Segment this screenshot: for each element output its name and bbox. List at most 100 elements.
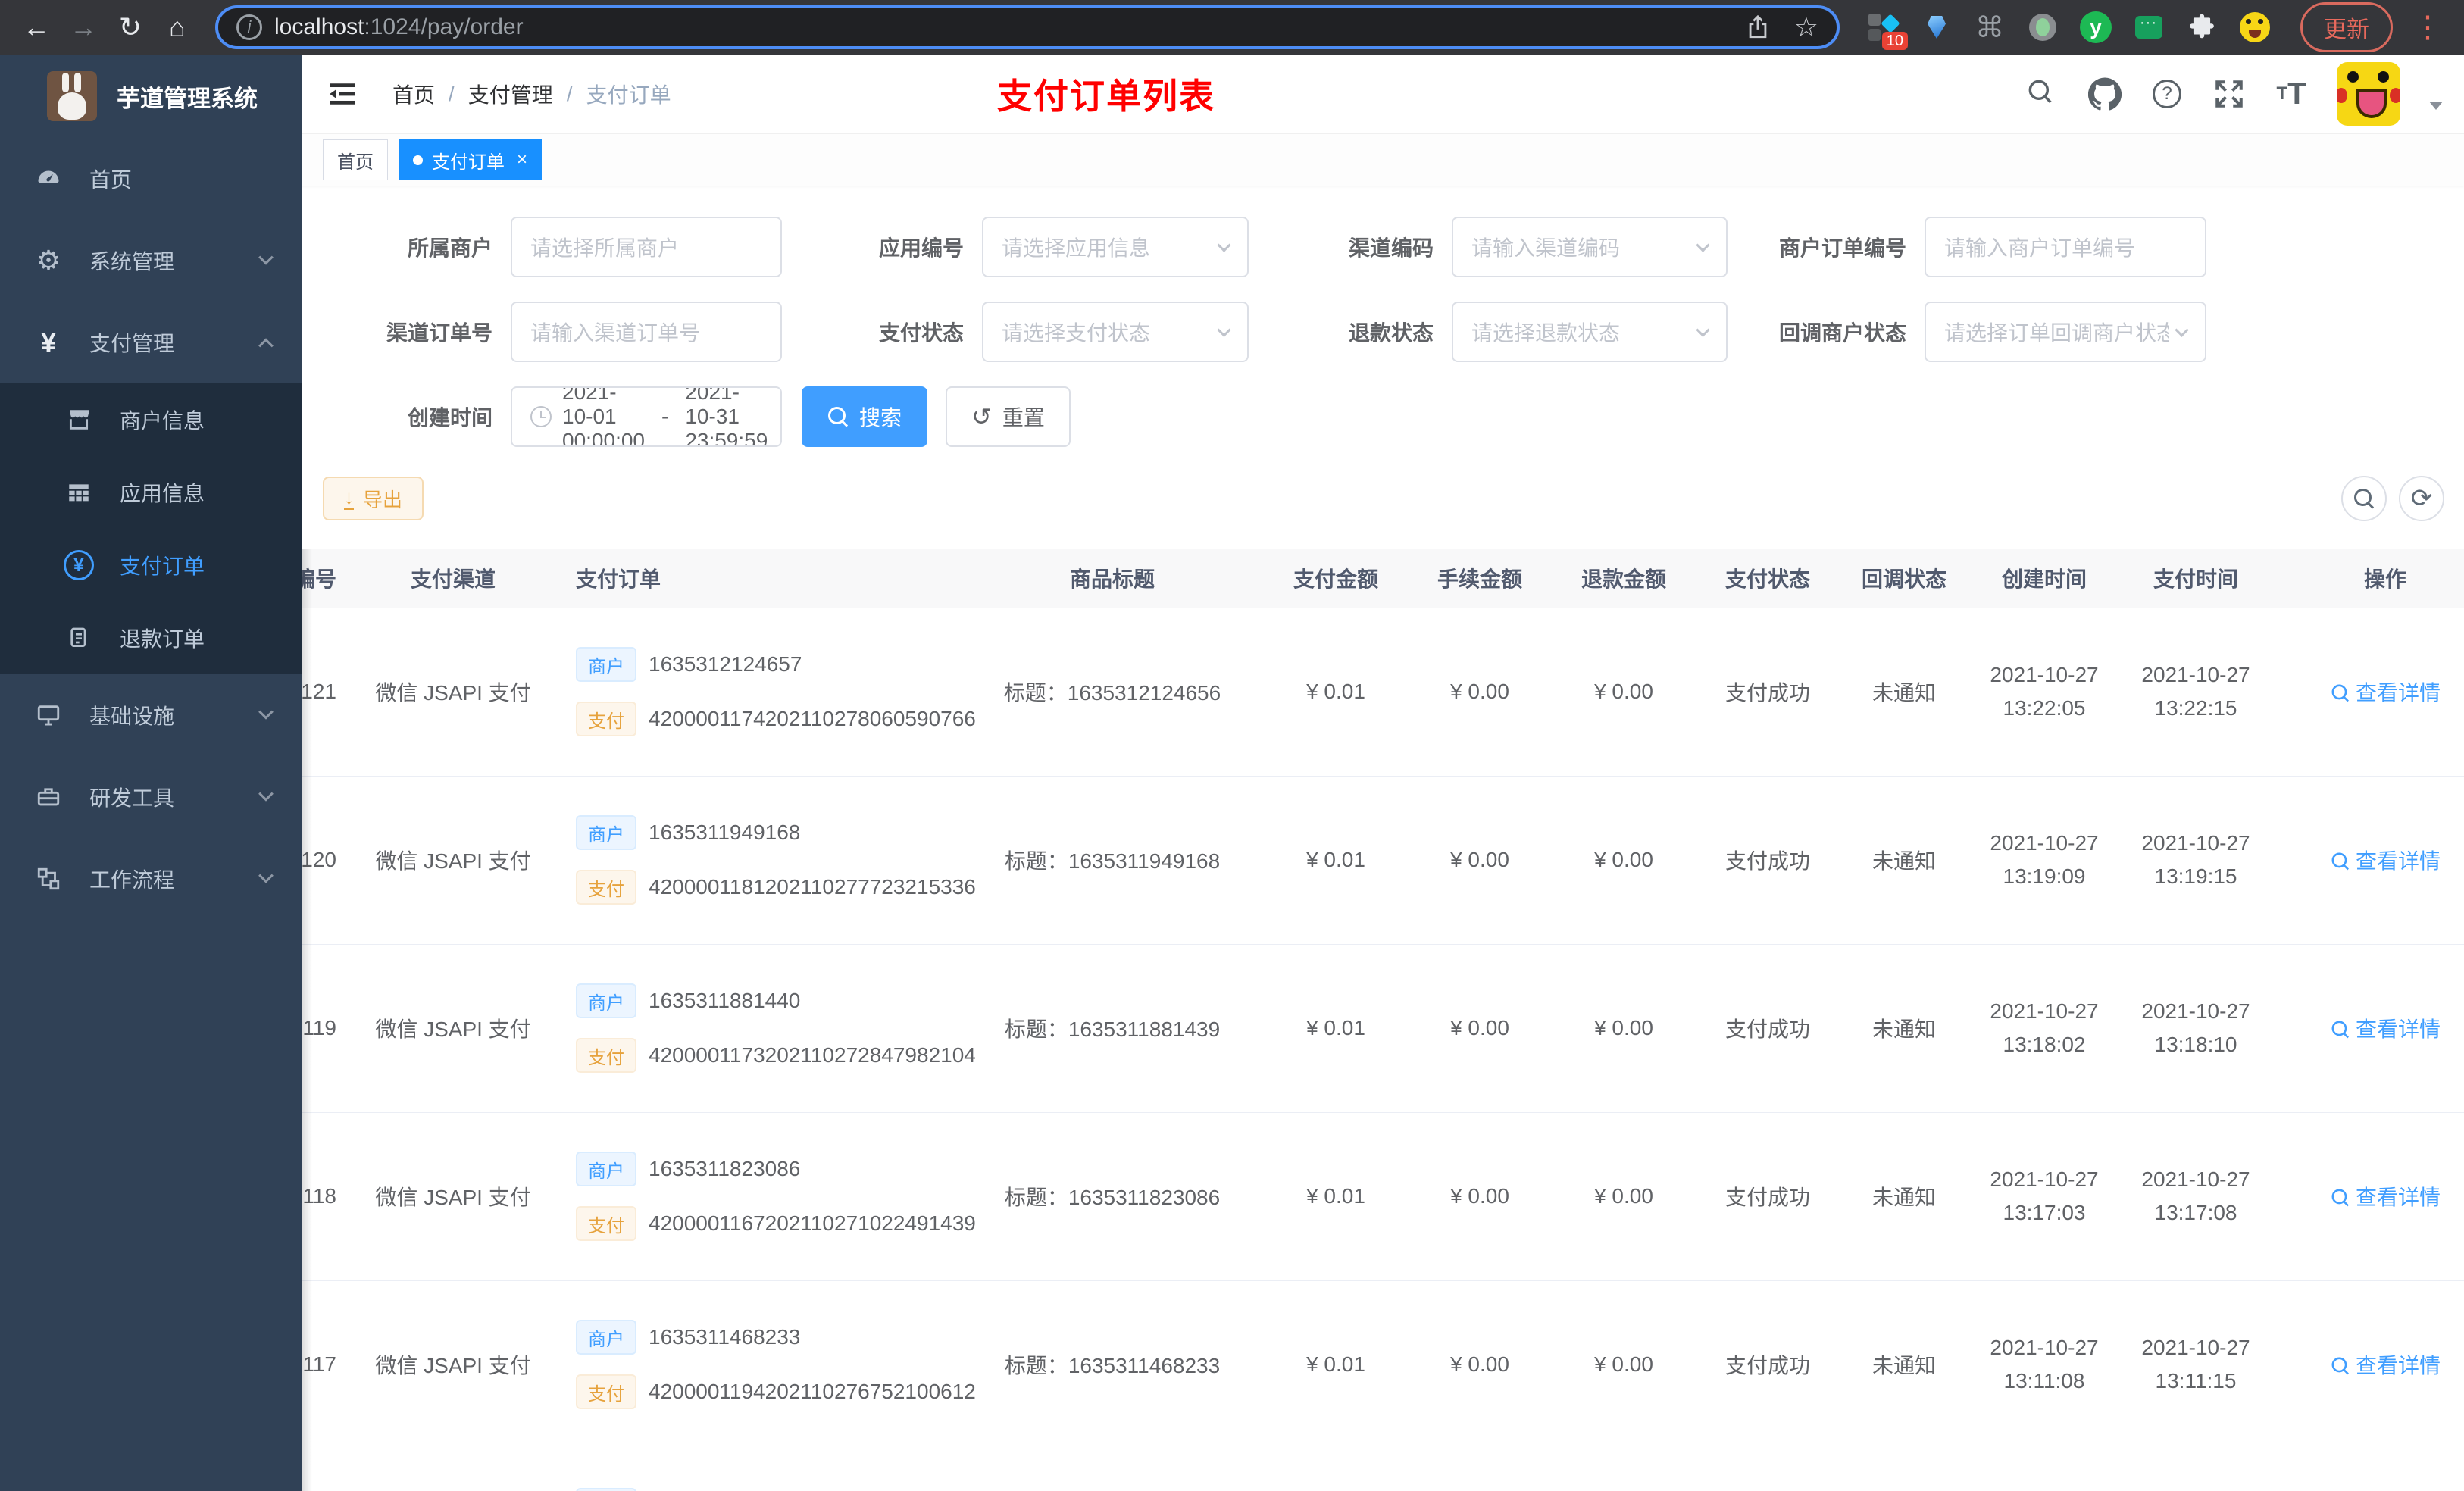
sidebar-item-workflow[interactable]: 工作流程 [0, 838, 302, 920]
cell-pay-order: 商户 1635312124657 支付 42000011742021102780605… [536, 608, 976, 777]
forward-button[interactable]: → [64, 8, 103, 47]
sidebar-item-pay[interactable]: ¥ 支付管理 [0, 302, 302, 383]
cell-fee-amount: ¥ 0.00 [1408, 1280, 1552, 1449]
cell-create-time [1968, 1449, 2120, 1491]
sidebar-item-merchant-info[interactable]: 商户信息 [0, 383, 302, 456]
merchant-tag: 商户 [576, 647, 636, 682]
profile-avatar-icon[interactable] [2238, 11, 2272, 44]
github-icon[interactable] [2088, 77, 2122, 111]
command-extension-icon[interactable]: ⌘ [1973, 11, 2006, 44]
filter-label-channel-order-no: 渠道订单号 [386, 321, 492, 345]
browser-update-button[interactable]: 更新 [2300, 2, 2393, 52]
filter-pay-status-select[interactable]: 请选择支付状态 [982, 302, 1249, 362]
reset-button[interactable]: ↺ 重置 [946, 386, 1071, 447]
user-avatar[interactable] [2337, 62, 2400, 126]
reload-button[interactable]: ↻ [111, 8, 150, 47]
header-search-icon[interactable] [2026, 77, 2059, 111]
cell-refund-amount: ¥ 0.00 [1552, 1280, 1696, 1449]
refresh-icon: ↺ [971, 403, 992, 430]
cell-create-time: 2021-10-27 13:18:02 [1968, 944, 2120, 1113]
tag-close-icon[interactable]: × [517, 149, 527, 170]
merchant-order-no: 1635311949168 [649, 821, 801, 844]
pay-order-line: 支付 4200001194202110276752100612 [576, 1374, 976, 1409]
tag-首页[interactable]: 首页 [323, 139, 388, 180]
pin-extension-icon[interactable] [1920, 11, 1953, 44]
home-button[interactable]: ⌂ [158, 8, 197, 47]
view-detail-label: 查看详情 [2355, 849, 2441, 873]
placeholder-text: 请输入渠道订单号 [530, 321, 701, 345]
refresh-table-button[interactable]: ⟳ [2399, 476, 2444, 521]
recorder-extension-icon[interactable] [2026, 11, 2059, 44]
sidebar-item-refund-order[interactable]: 退款订单 [0, 602, 302, 674]
view-detail-link[interactable]: 查看详情 [2330, 1013, 2441, 1043]
sidebar-collapse-icon[interactable] [326, 77, 359, 111]
cell-pay-status: 支付成功 [1696, 1280, 1840, 1449]
sidebar-item-label: 工作流程 [89, 868, 175, 892]
cell-actions: 查看详情 [2272, 1112, 2464, 1281]
address-bar[interactable]: i localhost:1024/pay/order ☆ [215, 5, 1840, 49]
cell-fee-amount: ¥ 0.00 [1408, 1112, 1552, 1281]
cell-pay-time: 2021-10-27 13:22:15 [2120, 608, 2272, 777]
chat-extension-icon[interactable] [2132, 11, 2165, 44]
create-time-range-input[interactable]: 2021-10-01 00:00:00 - 2021-10-31 23:59:5… [511, 386, 782, 447]
help-icon[interactable]: ? [2150, 77, 2184, 111]
cell-product-title: 标题：1635311468233 [961, 1280, 1264, 1449]
app-logo-row[interactable]: 芋道管理系统 [0, 55, 302, 138]
magnifier-icon [2331, 852, 2347, 868]
search-button[interactable]: 搜索 [802, 386, 928, 447]
fullscreen-icon[interactable] [2212, 77, 2246, 111]
cell-refund-amount: ¥ 0.00 [1552, 1112, 1696, 1281]
active-tag-dot [413, 155, 423, 165]
filter-merchant-order-no-input[interactable]: 请输入商户订单编号 [1925, 217, 2206, 277]
export-button[interactable]: ↓ 导出 [323, 477, 424, 520]
placeholder-text: 请输入渠道编码 [1471, 236, 1621, 260]
date-start: 2021-10-01 00:00:00 [562, 386, 645, 447]
pay-order-line: 支付 4200001173202110272847982104 [576, 1038, 976, 1073]
filter-channel-order-no-input[interactable]: 请输入渠道订单号 [511, 302, 782, 362]
back-button[interactable]: ← [17, 8, 56, 47]
pay-order-lines: 商户1635311054786支付0 [576, 1488, 961, 1491]
toggle-search-button[interactable] [2341, 476, 2387, 521]
gear-icon: ⚙ [36, 245, 61, 276]
sidebar-item-pay-order[interactable]: ¥ 支付订单 [0, 529, 302, 602]
sidebar-item-system[interactable]: ⚙ 系统管理 [0, 220, 302, 302]
sidebar-item-app-info[interactable]: 应用信息 [0, 456, 302, 529]
view-detail-link[interactable]: 查看详情 [2330, 1181, 2441, 1211]
filter-channel-code-select[interactable]: 请输入渠道编码 [1452, 217, 1728, 277]
breadcrumb-pay-manage[interactable]: 支付管理 [468, 79, 553, 109]
chevron-down-icon [1696, 237, 1710, 252]
user-menu-caret-icon[interactable] [2429, 101, 2443, 110]
tab-groups-extension-icon[interactable]: 10 [1867, 11, 1908, 50]
pay-tag: 支付 [576, 1038, 636, 1073]
filter-merchant-input[interactable]: 请选择所属商户 [511, 217, 782, 277]
view-detail-label: 查看详情 [2355, 1186, 2441, 1209]
tag-支付订单[interactable]: 支付订单 × [399, 139, 543, 180]
share-icon[interactable] [1741, 11, 1775, 44]
filter-label-channel-code: 渠道编码 [1348, 236, 1434, 260]
filter-refund-status-select[interactable]: 请选择退款状态 [1452, 302, 1728, 362]
cell-pay-time: 2021-10-27 13:11:15 [2120, 1280, 2272, 1449]
y-extension-icon[interactable]: y [2079, 11, 2112, 44]
browser-menu-icon[interactable]: ⋮ [2412, 10, 2443, 45]
filter-app-id-select[interactable]: 请选择应用信息 [982, 217, 1249, 277]
site-info-icon[interactable]: i [236, 14, 262, 40]
view-detail-link[interactable]: 查看详情 [2330, 845, 2441, 875]
view-detail-link[interactable]: 查看详情 [2330, 1349, 2441, 1380]
bookmark-star-icon[interactable]: ☆ [1794, 11, 1818, 43]
merchant-tag: 商户 [576, 1320, 636, 1355]
filter-label-pay-status: 支付状态 [878, 321, 964, 345]
view-detail-link[interactable]: 查看详情 [2330, 677, 2441, 707]
font-size-icon[interactable]: TT [2275, 77, 2308, 111]
merchant-order-no: 1635312124657 [649, 652, 802, 676]
magnifier-icon [2331, 1189, 2347, 1205]
puzzle-extensions-icon[interactable] [2185, 11, 2219, 44]
sidebar-item-label: 系统管理 [89, 250, 175, 274]
sidebar-item-home[interactable]: 首页 [0, 138, 302, 220]
gauge-icon [33, 164, 64, 194]
col-header-11: 操作 [2272, 549, 2464, 608]
sidebar-item-infra[interactable]: 基础设施 [0, 674, 302, 756]
sidebar-item-dev-tools[interactable]: 研发工具 [0, 756, 302, 838]
cell-pay-channel: 微信 JSAPI 支付 [370, 1112, 536, 1281]
breadcrumb-home[interactable]: 首页 [392, 79, 435, 109]
filter-notify-status-select[interactable]: 请选择订单回调商户状态 [1925, 302, 2206, 362]
